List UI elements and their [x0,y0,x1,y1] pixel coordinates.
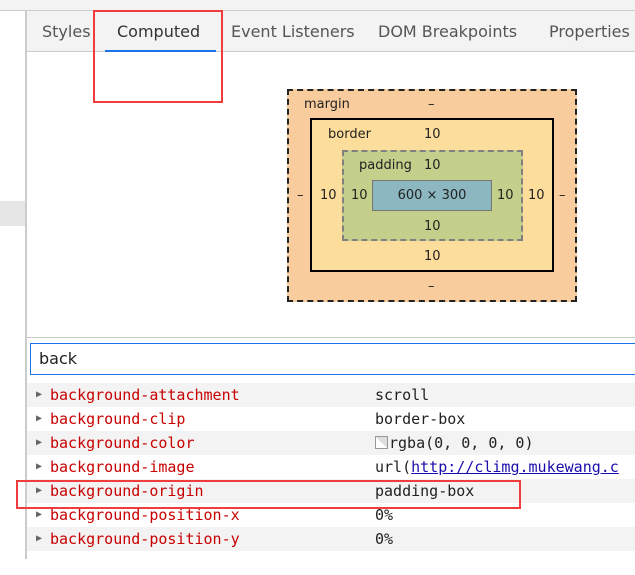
expand-triangle-icon[interactable]: ▶ [36,383,42,407]
border-top[interactable]: 10 [424,127,441,142]
margin-left[interactable]: – [297,188,304,203]
selected-node-row[interactable] [0,201,25,226]
padding-left[interactable]: 10 [351,188,368,203]
color-value: rgba(0, 0, 0, 0) [389,434,534,452]
property-name: background-color [50,434,195,452]
property-row[interactable]: ▶ background-color rgba(0, 0, 0, 0) [27,431,635,455]
property-name: background-position-y [50,530,240,548]
image-url-link[interactable]: http://climg.mukewang.c [411,458,619,476]
padding-right[interactable]: 10 [497,188,514,203]
elements-pane [0,11,27,559]
filter-input[interactable]: back [30,343,635,375]
padding-top[interactable]: 10 [424,158,441,173]
highlight-box-background-origin [16,480,521,509]
property-value: rgba(0, 0, 0, 0) [375,431,534,455]
margin-label: margin [304,97,350,112]
padding-bottom[interactable]: 10 [424,219,441,234]
property-row[interactable]: ▶ background-clip border-box [27,407,635,431]
content-box[interactable]: 600 × 300 [372,180,492,211]
property-row[interactable]: ▶ background-position-y 0% [27,527,635,551]
border-right[interactable]: 10 [528,188,545,203]
property-value: url(http://climg.mukewang.c [375,455,619,479]
property-row-partial [27,551,635,575]
tab-styles[interactable]: Styles [42,11,91,51]
property-value: border-box [375,410,466,428]
url-prefix: url( [375,458,412,476]
color-swatch-icon[interactable] [375,436,388,449]
property-name: background-image [50,458,195,476]
border-label: border [328,127,371,142]
margin-top[interactable]: – [428,97,435,112]
margin-right[interactable]: – [559,188,566,203]
property-value: scroll [375,386,430,404]
tab-dom-breakpoints[interactable]: DOM Breakpoints [378,11,517,51]
border-bottom[interactable]: 10 [424,249,441,264]
expand-triangle-icon[interactable]: ▶ [36,431,42,455]
property-name: background-clip [50,410,186,428]
highlight-box-computed [93,10,223,103]
property-value: 0% [375,530,394,548]
padding-label: padding [359,158,412,173]
border-left[interactable]: 10 [320,188,337,203]
tab-event-listeners[interactable]: Event Listeners [231,11,355,51]
tab-properties[interactable]: Properties [549,11,630,51]
divider [27,337,635,338]
property-row[interactable]: ▶ background-attachment scroll [27,383,635,407]
expand-triangle-icon[interactable]: ▶ [36,527,42,551]
margin-bottom[interactable]: – [428,279,435,294]
expand-triangle-icon[interactable]: ▶ [36,407,42,431]
expand-triangle-icon[interactable]: ▶ [36,455,42,479]
property-name: background-attachment [50,386,240,404]
property-row[interactable]: ▶ background-image url(http://climg.mukewa… [27,455,635,479]
